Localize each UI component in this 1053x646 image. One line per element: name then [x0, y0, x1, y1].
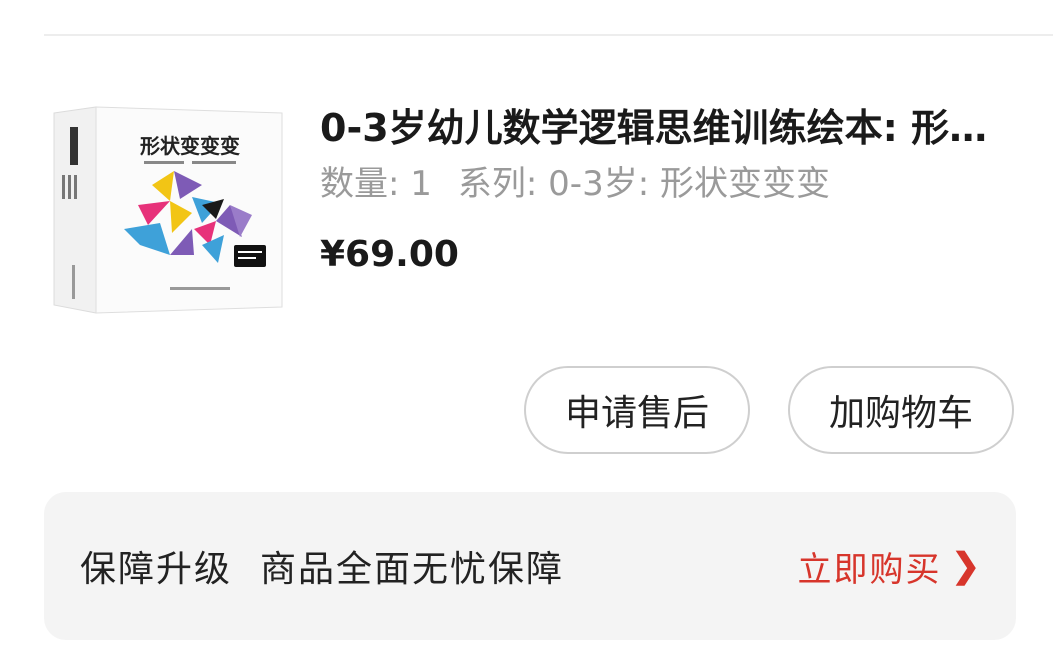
quantity-label: 数量: 1	[320, 164, 432, 204]
product-info: 0-3岁幼儿数学逻辑思维训练绘本: 形状变变变 数量: 1 系列: 0-3岁: 形…	[320, 102, 1000, 280]
product-thumbnail[interactable]: 形状变变变	[52, 105, 284, 317]
after-sale-button[interactable]: 申请售后	[524, 366, 750, 454]
product-price: ¥69.00	[320, 234, 459, 275]
chevron-right-icon: ❯	[951, 546, 982, 586]
buy-now-link[interactable]: 立即购买 ❯	[798, 492, 983, 640]
guarantee-text: 保障升级 商品全面无忧保障	[80, 492, 564, 640]
buy-now-label: 立即购买	[797, 549, 942, 590]
guarantee-title: 保障升级	[80, 549, 233, 590]
product-card: 形状变变变 0-3岁幼儿数学逻辑思维训练绘本: 形状变变变	[0, 0, 1053, 480]
book-box-image: 形状变变变	[53, 106, 283, 314]
add-to-cart-button[interactable]: 加购物车	[788, 366, 1014, 454]
guarantee-panel: 保障升级 商品全面无忧保障 立即购买 ❯	[44, 492, 1016, 640]
series-label: 系列: 0-3岁: 形状变变变	[457, 164, 830, 204]
product-meta: 数量: 1 系列: 0-3岁: 形状变变变	[320, 160, 1000, 208]
guarantee-description: 商品全面无忧保障	[260, 549, 565, 590]
cover-title: 形状变变变	[140, 134, 240, 158]
product-title[interactable]: 0-3岁幼儿数学逻辑思维训练绘本: 形状变变变	[320, 102, 990, 154]
